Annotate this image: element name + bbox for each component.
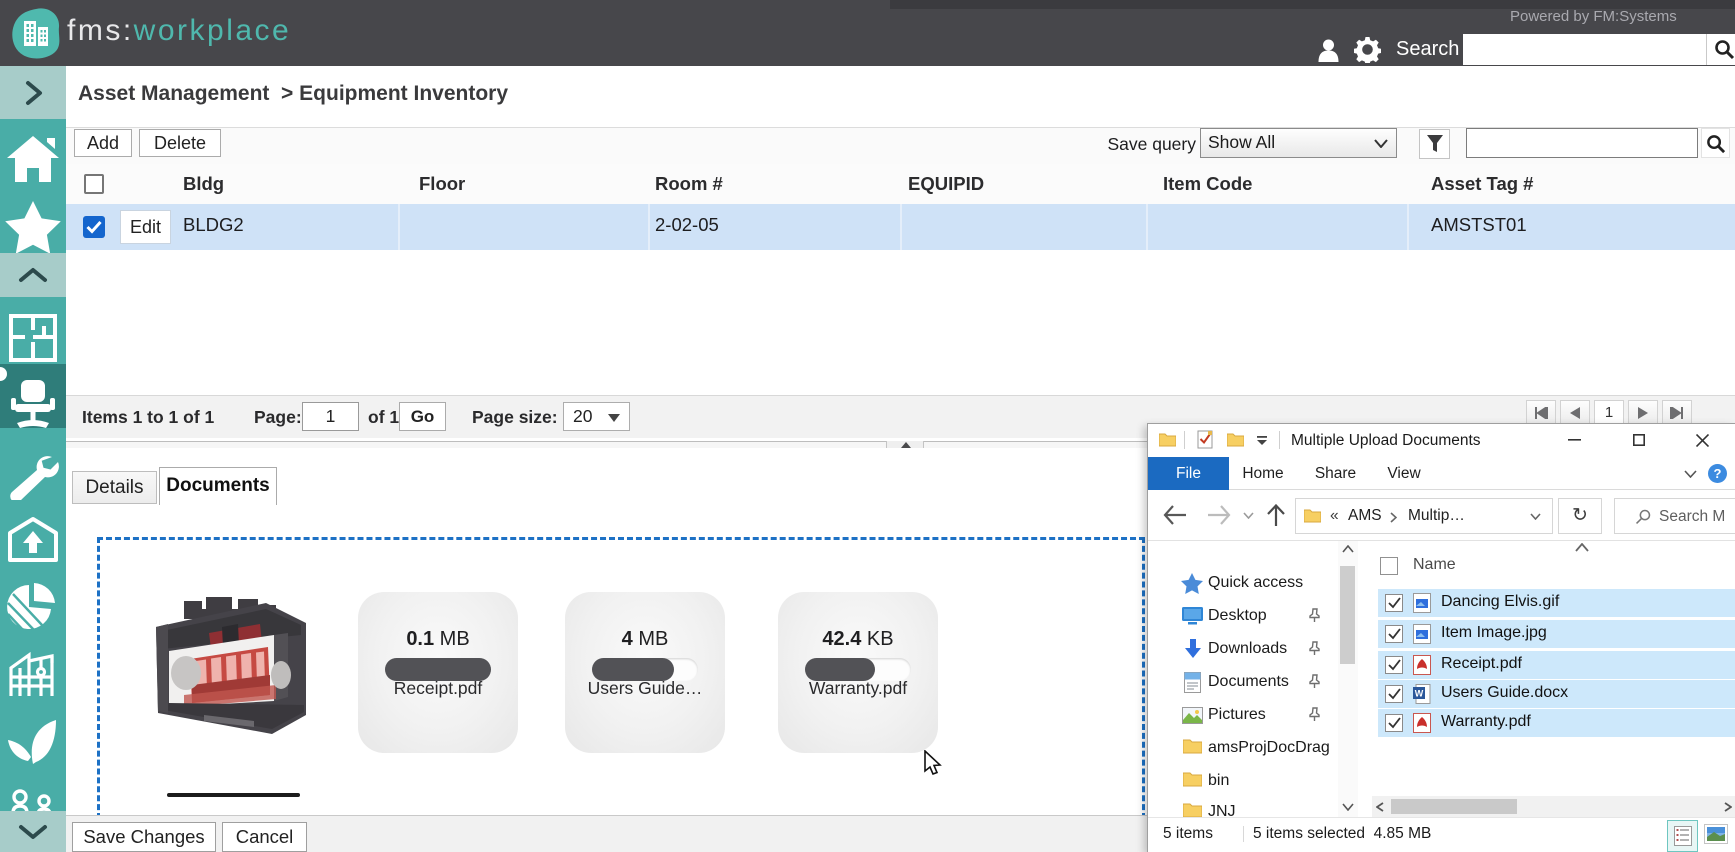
svg-text:?: ? xyxy=(1714,466,1722,481)
svg-text:W: W xyxy=(1415,689,1424,699)
